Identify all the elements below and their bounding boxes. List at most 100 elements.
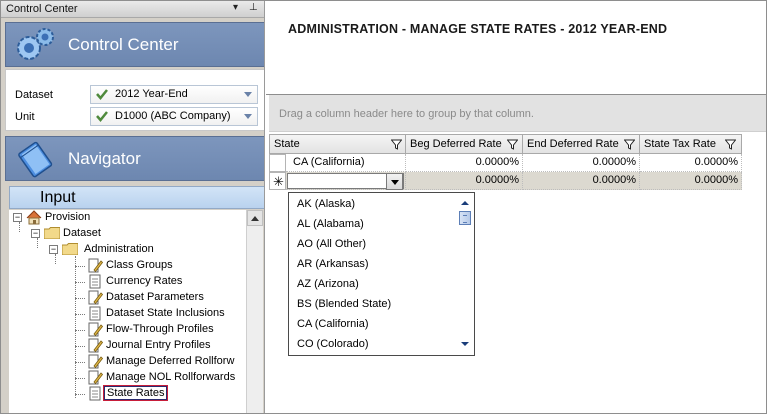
filter-icon[interactable] <box>624 139 635 150</box>
table-cell-end-rate[interactable]: 0.0000% <box>523 154 640 172</box>
tree-label: Class Groups <box>106 259 173 271</box>
tree-guide <box>75 282 85 283</box>
pane-dropdown-icon[interactable]: ▾ <box>233 2 238 13</box>
chevron-down-icon[interactable] <box>244 114 252 119</box>
filter-icon[interactable] <box>391 139 402 150</box>
check-icon <box>96 89 108 100</box>
tree-guide <box>75 378 85 379</box>
column-label: Beg Deferred Rate <box>410 138 502 150</box>
tree-label: Currency Rates <box>106 275 183 287</box>
state-dropdown-list: AK (Alaska) AL (Alabama) AO (All Other) … <box>288 192 475 356</box>
column-header-state-tax-rate[interactable]: State Tax Rate <box>640 134 742 154</box>
new-row-selector[interactable]: ✳ <box>269 172 286 190</box>
table-cell-tax-rate[interactable]: 0.0000% <box>640 172 742 190</box>
collapse-icon[interactable]: − <box>31 229 40 238</box>
tree-item-dataset-parameters[interactable]: Dataset Parameters <box>75 290 251 306</box>
tree-node-provision[interactable]: − Provision <box>13 210 213 226</box>
tree-item-journal-entry-profiles[interactable]: Journal Entry Profiles <box>75 338 251 354</box>
collapse-icon[interactable]: − <box>49 245 58 254</box>
column-label: State <box>274 138 300 150</box>
pin-icon[interactable]: ⊥ <box>249 2 258 13</box>
row-selector[interactable] <box>269 154 286 172</box>
cell-value: 0.0000% <box>694 174 738 186</box>
unit-value: D1000 (ABC Company) <box>115 110 231 122</box>
gears-icon <box>17 28 54 60</box>
tree-item-manage-nol-rollforwards[interactable]: Manage NOL Rollforwards <box>75 370 251 386</box>
dropdown-option[interactable]: BS (Blended State) <box>297 298 391 310</box>
unit-select[interactable]: D1000 (ABC Company) <box>90 107 258 126</box>
tree-item-manage-deferred-rollforw[interactable]: Manage Deferred Rollforw <box>75 354 251 370</box>
tree-label: Manage Deferred Rollforw <box>106 355 235 367</box>
column-header-beg-deferred-rate[interactable]: Beg Deferred Rate <box>406 134 523 154</box>
tree-item-flow-through-profiles[interactable]: Flow-Through Profiles <box>75 322 251 338</box>
main-content: ADMINISTRATION - MANAGE STATE RATES - 20… <box>266 1 766 413</box>
tree-guide <box>75 298 85 299</box>
tree-guide <box>75 394 85 395</box>
document-icon <box>89 274 101 289</box>
tree-label: Provision <box>45 211 91 223</box>
pencil-icon <box>88 322 103 337</box>
chevron-down-icon[interactable] <box>244 92 252 97</box>
tree-item-state-rates[interactable]: State Rates <box>75 385 251 404</box>
folder-icon <box>44 227 60 239</box>
pane-title: Control Center <box>6 3 78 15</box>
input-section-header[interactable]: Input <box>9 186 264 209</box>
scroll-down-icon[interactable] <box>461 342 469 346</box>
tree-node-administration[interactable]: − Administration <box>49 242 249 258</box>
navigator-banner: Navigator <box>5 136 264 181</box>
dropdown-option[interactable]: AZ (Arizona) <box>297 278 359 290</box>
filter-icon[interactable] <box>725 139 736 150</box>
input-header-label: Input <box>40 189 76 206</box>
table-cell-state[interactable]: CA (California) <box>286 154 406 172</box>
state-combo-dropdown-button[interactable] <box>386 173 403 190</box>
tree-label: Manage NOL Rollforwards <box>106 371 236 383</box>
filter-icon[interactable] <box>507 139 518 150</box>
home-icon <box>26 210 42 225</box>
tree-item-dataset-state-inclusions[interactable]: Dataset State Inclusions <box>75 306 251 322</box>
scroll-up-icon[interactable] <box>461 201 469 205</box>
new-row-icon: ✳ <box>273 174 284 189</box>
table-cell-end-rate[interactable]: 0.0000% <box>523 172 640 190</box>
dropdown-scrollbar[interactable] <box>457 195 473 353</box>
scroll-up-icon[interactable] <box>247 210 263 226</box>
dataset-value: 2012 Year-End <box>115 88 188 100</box>
book-icon <box>18 141 53 178</box>
tree-label: Dataset Parameters <box>106 291 204 303</box>
dropdown-option[interactable]: AL (Alabama) <box>297 218 364 230</box>
pencil-icon <box>88 370 103 385</box>
document-icon <box>89 386 101 401</box>
pencil-icon <box>88 338 103 353</box>
dropdown-option[interactable]: CA (California) <box>297 318 369 330</box>
column-header-state[interactable]: State <box>269 134 406 154</box>
cell-value: 0.0000% <box>592 156 636 168</box>
tree-node-dataset[interactable]: − Dataset <box>31 226 231 242</box>
page-title: ADMINISTRATION - MANAGE STATE RATES - 20… <box>288 22 668 36</box>
dropdown-option[interactable]: CO (Colorado) <box>297 338 369 350</box>
folder-icon <box>62 243 78 255</box>
check-icon <box>96 111 108 122</box>
tree-item-class-groups[interactable]: Class Groups <box>75 258 251 274</box>
dropdown-option[interactable]: AO (All Other) <box>297 238 366 250</box>
tree-guide <box>75 346 85 347</box>
tree-scrollbar[interactable] <box>246 210 263 413</box>
control-center-label: Control Center <box>68 35 179 54</box>
table-cell-beg-rate[interactable]: 0.0000% <box>406 172 523 190</box>
table-cell-beg-rate[interactable]: 0.0000% <box>406 154 523 172</box>
dataset-select[interactable]: 2012 Year-End <box>90 85 258 104</box>
pane-title-bar: Control Center ▾ ⊥ <box>1 1 264 18</box>
tree-guide <box>75 330 85 331</box>
collapse-icon[interactable]: − <box>13 213 22 222</box>
scroll-thumb[interactable] <box>459 211 471 225</box>
table-cell-tax-rate[interactable]: 0.0000% <box>640 154 742 172</box>
column-header-end-deferred-rate[interactable]: End Deferred Rate <box>523 134 640 154</box>
control-center-pane: Control Center ▾ ⊥ Control Center Datase… <box>1 1 265 413</box>
dataset-label: Dataset <box>15 89 53 101</box>
tree-label: Journal Entry Profiles <box>106 339 211 351</box>
dropdown-option[interactable]: AK (Alaska) <box>297 198 355 210</box>
tree-guide <box>75 266 85 267</box>
dropdown-option[interactable]: AR (Arkansas) <box>297 258 369 270</box>
group-by-area[interactable]: Drag a column header here to group by th… <box>269 95 766 132</box>
cell-value: CA (California) <box>293 156 365 168</box>
tree-item-currency-rates[interactable]: Currency Rates <box>75 274 251 290</box>
dataset-unit-panel: Dataset 2012 Year-End Unit D1000 (ABC Co… <box>5 69 264 131</box>
